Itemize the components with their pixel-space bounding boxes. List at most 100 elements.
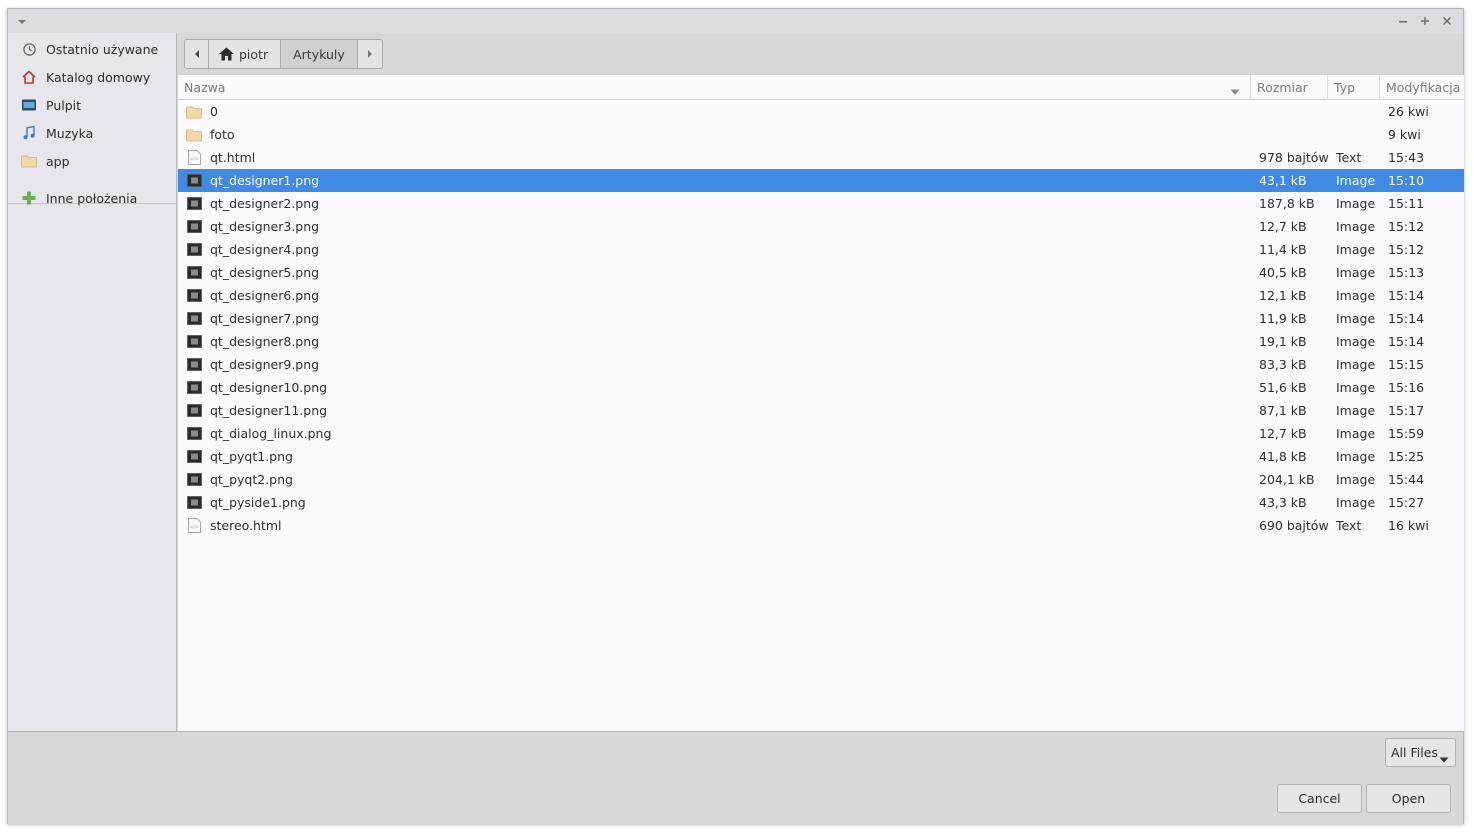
column-header-modified[interactable]: Modyfikacja [1380, 75, 1464, 100]
file-modified: 15:11 [1388, 196, 1425, 211]
file-list: Nazwa Rozmiar Typ Modyfikacja 0 26 kwi fot… [178, 75, 1464, 731]
file-modified: 15:14 [1388, 288, 1425, 303]
file-type: Image [1336, 472, 1376, 487]
column-header-size-label: Rozmiar [1257, 80, 1308, 95]
sidebar-item-app[interactable]: app [8, 147, 177, 175]
folder-icon [186, 123, 202, 146]
file-size: 12,1 kB [1259, 288, 1307, 303]
file-row[interactable]: </> stereo.html 690 bajtów Text 16 kwi [178, 514, 1464, 537]
file-row[interactable]: qt_designer1.png 43,1 kB Image 15:10 [178, 169, 1464, 192]
music-icon [21, 125, 37, 141]
file-row[interactable]: qt_designer6.png 12,1 kB Image 15:14 [178, 284, 1464, 307]
home-icon [219, 47, 234, 61]
sort-descending-icon [1230, 84, 1240, 99]
file-row[interactable]: qt_designer9.png 83,3 kB Image 15:15 [178, 353, 1464, 376]
file-size: 43,3 kB [1259, 495, 1307, 510]
file-row[interactable]: 0 26 kwi [178, 100, 1464, 123]
cancel-button[interactable]: Cancel [1277, 784, 1362, 813]
sidebar-item-desktop[interactable]: Pulpit [8, 91, 177, 119]
path-forward-button[interactable] [358, 40, 382, 68]
file-modified: 15:12 [1388, 219, 1425, 234]
file-type: Image [1336, 426, 1376, 441]
file-row[interactable]: qt_designer5.png 40,5 kB Image 15:13 [178, 261, 1464, 284]
path-home-label: piotr [239, 46, 269, 62]
file-type: Image [1336, 449, 1376, 464]
file-row[interactable]: qt_designer10.png 51,6 kB Image 15:16 [178, 376, 1464, 399]
file-filter-select[interactable]: All Files [1385, 738, 1456, 767]
file-size: 12,7 kB [1259, 219, 1307, 234]
file-row[interactable]: qt_designer3.png 12,7 kB Image 15:12 [178, 215, 1464, 238]
minimize-icon[interactable] [1395, 13, 1411, 29]
file-size: 12,7 kB [1259, 426, 1307, 441]
file-row[interactable]: qt_dialog_linux.png 12,7 kB Image 15:59 [178, 422, 1464, 445]
path-current-button[interactable]: Artykuly [281, 40, 358, 68]
file-row[interactable]: qt_designer2.png 187,8 kB Image 15:11 [178, 192, 1464, 215]
file-type: Text [1336, 150, 1362, 165]
text-file-icon: </> [186, 514, 202, 537]
file-size: 87,1 kB [1259, 403, 1307, 418]
file-filter-label: All Files [1391, 745, 1438, 760]
home-icon [21, 69, 37, 85]
file-row[interactable]: qt_pyqt2.png 204,1 kB Image 15:44 [178, 468, 1464, 491]
file-modified: 15:14 [1388, 334, 1425, 349]
file-type: Text [1336, 518, 1362, 533]
file-name: qt_designer4.png [210, 242, 320, 257]
file-row[interactable]: foto 9 kwi [178, 123, 1464, 146]
image-file-icon [186, 169, 202, 192]
image-file-icon [186, 491, 202, 514]
file-modified: 15:16 [1388, 380, 1425, 395]
sidebar-item-music[interactable]: Muzyka [8, 119, 177, 147]
image-file-icon [186, 468, 202, 491]
sidebar-item-label: Ostatnio używane [46, 41, 159, 57]
column-header-size[interactable]: Rozmiar [1251, 75, 1328, 100]
file-size: 51,6 kB [1259, 380, 1307, 395]
file-modified: 15:43 [1388, 150, 1425, 165]
image-file-icon [186, 422, 202, 445]
sidebar-item-label: Inne położenia [46, 190, 138, 206]
sidebar-item-home[interactable]: Katalog domowy [8, 63, 177, 91]
file-name: qt_designer8.png [210, 334, 320, 349]
path-back-button[interactable] [185, 40, 209, 68]
column-header-name[interactable]: Nazwa [178, 75, 1251, 100]
path-bar: piotr Artykuly [184, 39, 383, 69]
path-home-button[interactable]: piotr [209, 40, 282, 68]
file-name: foto [210, 127, 235, 142]
sidebar-item-other-locations[interactable]: Inne położenia [8, 184, 177, 212]
file-row[interactable]: qt_pyqt1.png 41,8 kB Image 15:25 [178, 445, 1464, 468]
file-type: Image [1336, 265, 1376, 280]
file-row[interactable]: qt_designer7.png 11,9 kB Image 15:14 [178, 307, 1464, 330]
image-file-icon [186, 238, 202, 261]
file-name: qt_designer6.png [210, 288, 320, 303]
file-name: qt_designer7.png [210, 311, 320, 326]
file-modified: 15:59 [1388, 426, 1425, 441]
file-type: Image [1336, 357, 1376, 372]
image-file-icon [186, 330, 202, 353]
file-type: Image [1336, 173, 1376, 188]
file-modified: 15:10 [1388, 173, 1425, 188]
file-modified: 16 kwi [1388, 518, 1429, 533]
window-menu-icon[interactable] [17, 15, 27, 25]
plus-icon [21, 190, 37, 206]
file-type: Image [1336, 495, 1376, 510]
file-name: qt.html [210, 150, 256, 165]
file-row[interactable]: qt_designer8.png 19,1 kB Image 15:14 [178, 330, 1464, 353]
file-size: 204,1 kB [1259, 472, 1315, 487]
column-header-type[interactable]: Typ [1328, 75, 1380, 100]
file-row[interactable]: qt_designer4.png 11,4 kB Image 15:12 [178, 238, 1464, 261]
file-row[interactable]: </> qt.html 978 bajtów Text 15:43 [178, 146, 1464, 169]
file-type: Image [1336, 242, 1376, 257]
sidebar-item-recent[interactable]: Ostatnio używane [8, 35, 177, 63]
close-icon[interactable] [1439, 13, 1455, 29]
file-name: qt_pyqt2.png [210, 472, 293, 487]
file-name: qt_pyqt1.png [210, 449, 293, 464]
file-type: Image [1336, 311, 1376, 326]
image-file-icon [186, 376, 202, 399]
desktop-icon [21, 97, 37, 113]
maximize-icon[interactable] [1417, 13, 1433, 29]
file-size: 11,4 kB [1259, 242, 1307, 257]
file-list-header: Nazwa Rozmiar Typ Modyfikacja [178, 75, 1464, 100]
open-button[interactable]: Open [1366, 784, 1451, 813]
file-row[interactable]: qt_pyside1.png 43,3 kB Image 15:27 [178, 491, 1464, 514]
file-row[interactable]: qt_designer11.png 87,1 kB Image 15:17 [178, 399, 1464, 422]
column-header-modified-label: Modyfikacja [1386, 80, 1461, 95]
